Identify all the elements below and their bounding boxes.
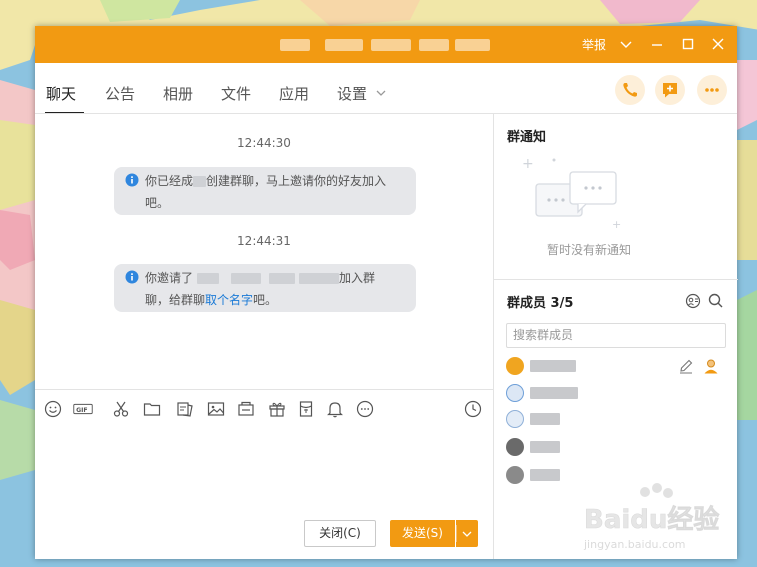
info-icon	[125, 173, 139, 187]
member-search-input[interactable]: 搜索群成员	[506, 323, 726, 348]
image-icon[interactable]	[206, 399, 226, 419]
message-text: 吧。	[145, 196, 170, 210]
member-name-blurred	[530, 441, 560, 453]
svg-text:GIF: GIF	[76, 407, 88, 414]
phone-icon	[623, 83, 637, 97]
message-text: 聊，给群聊	[145, 293, 206, 307]
history-clock-icon[interactable]	[463, 399, 483, 419]
member-list-item[interactable]	[506, 408, 726, 430]
tab-settings[interactable]: 设置	[337, 83, 367, 104]
member-list-item[interactable]	[506, 436, 726, 458]
tab-apps[interactable]: 应用	[279, 83, 309, 104]
bell-icon[interactable]	[325, 399, 345, 419]
edit-icon[interactable]	[677, 357, 695, 375]
empty-notice-text: 暂时没有新通知	[546, 243, 631, 257]
redacted-text	[231, 273, 262, 284]
group-owner-icon	[702, 357, 720, 375]
image-text-icon[interactable]	[175, 399, 195, 419]
screenshot-share-icon[interactable]	[236, 399, 256, 419]
tab-bar: 聊天 公告 相册 文件 应用 设置	[35, 63, 737, 114]
panel-divider	[494, 279, 738, 280]
more-icon[interactable]	[355, 399, 375, 419]
member-list-item[interactable]	[506, 382, 726, 404]
send-button[interactable]: 发送(S)	[390, 520, 455, 547]
member-name-blurred	[530, 469, 560, 481]
member-settings-icon[interactable]	[684, 292, 702, 310]
report-button[interactable]: 举报	[582, 36, 606, 53]
redacted-text	[269, 273, 296, 284]
input-toolbar: GIF	[35, 389, 493, 429]
member-name-blurred	[530, 387, 578, 399]
message-timestamp: 12:44:30	[237, 136, 291, 150]
avatar	[506, 438, 524, 456]
message-text: 加入群	[339, 271, 376, 285]
group-name-blurred	[371, 39, 411, 51]
scissors-icon[interactable]	[111, 399, 131, 419]
group-name-blurred	[455, 39, 490, 51]
minimize-icon[interactable]	[647, 34, 667, 54]
close-button[interactable]: 关闭(C)	[304, 520, 376, 547]
tab-files[interactable]: 文件	[221, 83, 251, 104]
member-list-item[interactable]	[506, 355, 726, 377]
tab-announcement[interactable]: 公告	[105, 83, 135, 104]
chevron-down-icon	[456, 525, 472, 542]
message-list[interactable]: 12:44:30 你已经成 创建群聊，马上邀请你的好友加入 吧。 12:44:31…	[35, 114, 493, 389]
system-message-bubble: 你已经成 创建群聊，马上邀请你的好友加入 吧。	[114, 167, 416, 215]
svg-text:+: +	[522, 156, 534, 172]
message-input-area[interactable]: 关闭(C) 发送(S)	[35, 429, 493, 559]
member-name-blurred	[530, 413, 560, 425]
chevron-down-icon[interactable]	[616, 34, 636, 54]
message-text: 创建群聊，马上邀请你的好友加入	[206, 174, 387, 188]
redacted-text	[197, 273, 220, 284]
more-dots-icon	[705, 88, 719, 92]
info-icon	[125, 270, 139, 284]
close-icon[interactable]	[708, 34, 728, 54]
watermark-brand: Baidu经验	[584, 504, 719, 535]
message-timestamp: 12:44:31	[237, 234, 291, 248]
avatar	[506, 357, 524, 375]
group-name-blurred	[419, 39, 449, 51]
group-name-blurred	[325, 39, 363, 51]
watermark-url: jingyan.baidu.com	[583, 538, 686, 551]
group-notice-title: 群通知	[507, 130, 547, 145]
emoji-icon[interactable]	[43, 399, 63, 419]
settings-chevron-down-icon[interactable]	[374, 85, 388, 99]
group-name-blurred	[280, 39, 310, 51]
maximize-icon[interactable]	[678, 34, 698, 54]
red-envelope-icon[interactable]	[296, 399, 316, 419]
message-text: 你已经成	[145, 174, 194, 188]
system-message-bubble: 你邀请了 加入群 聊，给群聊取个名字吧。	[114, 264, 416, 312]
avatar	[506, 384, 524, 402]
tab-chat[interactable]: 聊天	[46, 83, 76, 104]
tab-album[interactable]: 相册	[163, 83, 193, 104]
message-text: 吧。	[253, 293, 278, 307]
empty-notice-illustration: + +	[518, 156, 638, 230]
svg-text:+: +	[612, 218, 621, 230]
avatar	[506, 466, 524, 484]
send-options-button[interactable]	[456, 520, 478, 547]
more-options-button[interactable]	[697, 75, 727, 105]
redacted-text	[299, 273, 340, 284]
search-icon[interactable]	[707, 292, 725, 310]
voice-call-button[interactable]	[615, 75, 645, 105]
chat-add-icon	[663, 83, 677, 98]
avatar	[506, 410, 524, 428]
member-name-blurred	[530, 360, 576, 372]
redacted-text	[193, 176, 207, 187]
new-message-button[interactable]	[655, 75, 685, 105]
folder-icon[interactable]	[142, 399, 162, 419]
baidu-jingyan-watermark: Baidu经验 jingyan.baidu.com	[582, 480, 747, 560]
title-bar[interactable]: 举报	[35, 26, 737, 63]
rename-group-link[interactable]: 取个名字	[205, 293, 253, 307]
message-text: 你邀请了	[145, 271, 194, 285]
gif-icon[interactable]: GIF	[73, 399, 99, 419]
gift-icon[interactable]	[267, 399, 287, 419]
member-count-title: 群成员 3/5	[507, 296, 574, 311]
